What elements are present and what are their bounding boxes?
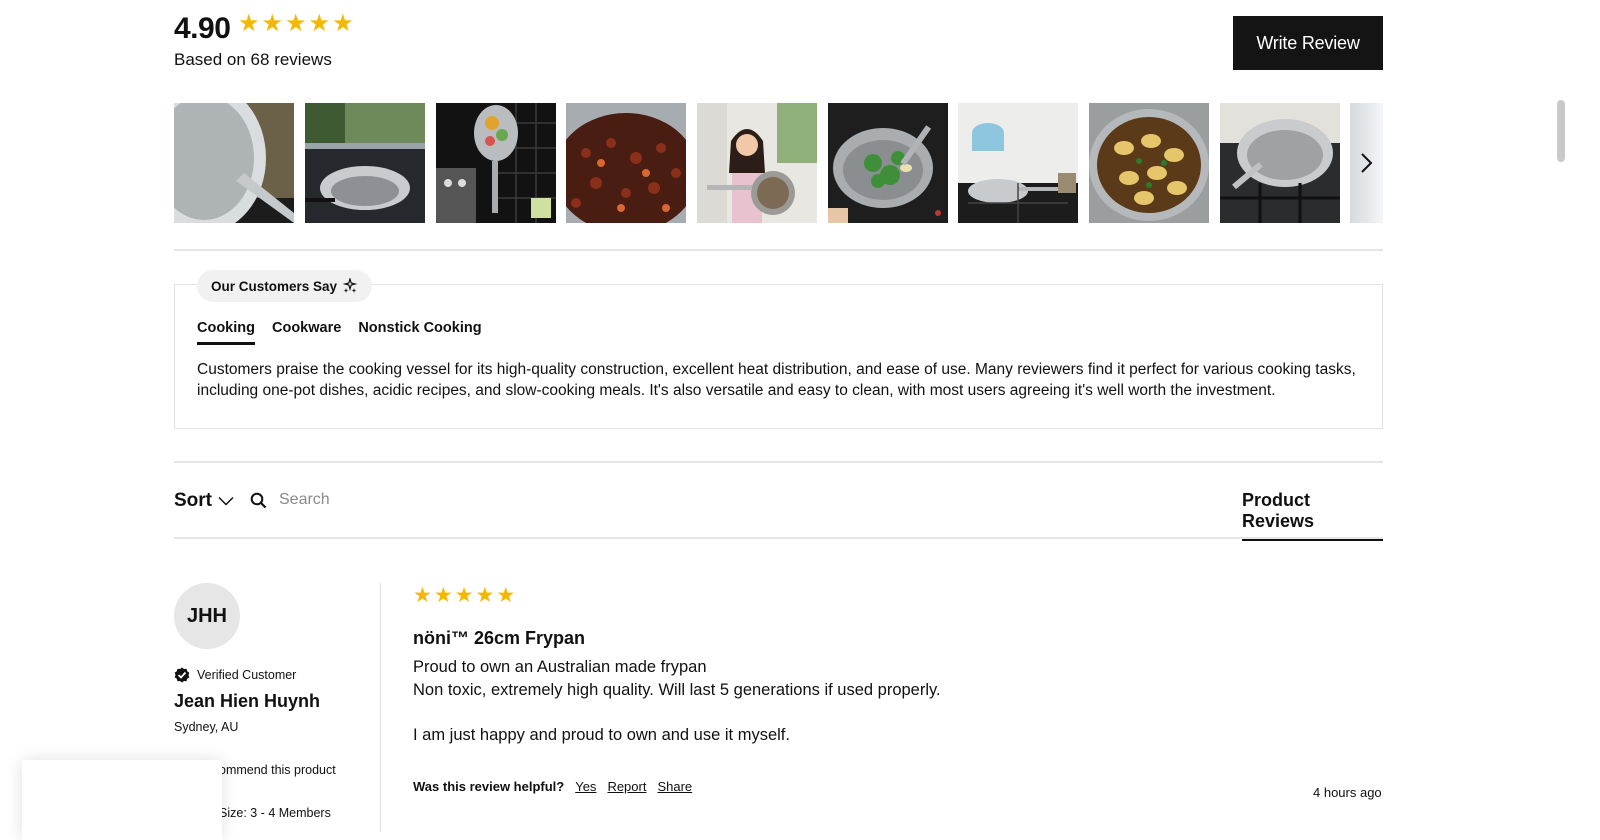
star-icon: ★ xyxy=(285,10,307,37)
floating-widget[interactable] xyxy=(22,760,222,840)
reviewer-name: Jean Hien Huynh xyxy=(174,691,321,711)
review-body: Proud to own an Australian made frypan N… xyxy=(413,656,941,747)
pan-on-stove-photo[interactable] xyxy=(305,103,425,223)
star-icon: ★ xyxy=(308,10,331,37)
helpful-yes-link[interactable]: Yes xyxy=(575,779,596,794)
family-size: Size: 3 - 4 Members xyxy=(219,806,331,820)
chevron-right-icon xyxy=(1360,153,1372,173)
recommend-text: ommend this product xyxy=(219,763,336,777)
review-text-line: Non toxic, extremely high quality. Will … xyxy=(413,681,941,699)
pan-in-kitchen-photo[interactable] xyxy=(958,103,1078,223)
ai-summary-text: Customers praise the cooking vessel for … xyxy=(197,361,1356,399)
topic-tabs: Cooking Cookware Nonstick Cooking xyxy=(197,320,482,345)
photo-gallery xyxy=(174,103,1383,223)
tab-cooking[interactable]: Cooking xyxy=(197,320,255,345)
customers-say-title: Our Customers Say xyxy=(211,278,338,294)
star-icon: ★ xyxy=(261,10,284,37)
star-icon: ★ xyxy=(238,10,260,37)
divider xyxy=(174,537,1383,539)
customers-say-badge: Our Customers Say xyxy=(197,270,373,302)
review-timestamp: 4 hours ago xyxy=(1313,785,1382,800)
review-divider xyxy=(380,583,381,832)
star-icon: ★ xyxy=(496,584,516,607)
report-link[interactable]: Report xyxy=(607,779,646,794)
search-input[interactable] xyxy=(277,490,581,510)
divider xyxy=(174,461,1383,463)
verified-badge: Verified Customer xyxy=(174,667,296,683)
star-icon: ★ xyxy=(413,584,432,607)
gallery-next-button[interactable] xyxy=(1350,103,1383,223)
reviewer-location: Sydney, AU xyxy=(174,720,239,734)
bean-stew-photo[interactable] xyxy=(566,103,686,223)
scrollbar-thumb[interactable] xyxy=(1557,100,1565,162)
star-icon: ★ xyxy=(475,584,495,607)
average-rating: 4.90 xyxy=(174,12,231,45)
tab-nonstick-cooking[interactable]: Nonstick Cooking xyxy=(358,320,481,345)
search-box xyxy=(250,490,581,510)
girl-with-pan-photo[interactable] xyxy=(697,103,817,223)
greens-in-pan-photo[interactable] xyxy=(828,103,948,223)
verified-label: Verified Customer xyxy=(197,668,297,682)
hanging-pan-photo[interactable] xyxy=(436,103,556,223)
ravioli-in-pan-photo[interactable] xyxy=(1089,103,1209,223)
verified-check-icon xyxy=(174,667,190,683)
helpful-label: Was this review helpful? xyxy=(413,779,565,794)
average-rating-stars: ★ ★ ★ ★ ★ xyxy=(238,10,354,38)
customers-say-panel xyxy=(174,284,1383,429)
sort-dropdown[interactable]: Sort xyxy=(174,490,234,512)
star-icon: ★ xyxy=(332,10,354,37)
sort-label: Sort xyxy=(174,490,212,511)
chevron-down-icon xyxy=(218,496,234,506)
divider xyxy=(174,249,1383,251)
star-icon: ★ xyxy=(454,584,474,607)
pan-photo[interactable] xyxy=(174,103,294,223)
tab-product-reviews[interactable]: Product Reviews xyxy=(1242,490,1383,541)
star-icon: ★ xyxy=(433,584,453,607)
review-count: Based on 68 reviews xyxy=(174,50,332,69)
helpful-row: Was this review helpful? Yes Report Shar… xyxy=(413,779,692,794)
pan-on-gas-stove-photo[interactable] xyxy=(1220,103,1340,223)
share-link[interactable]: Share xyxy=(657,779,692,794)
review-text-line: I am just happy and proud to own and use… xyxy=(413,726,790,744)
review-rating-stars: ★ ★ ★ ★ ★ xyxy=(413,584,515,608)
tab-cookware[interactable]: Cookware xyxy=(272,320,341,345)
review-text-line: Proud to own an Australian made frypan xyxy=(413,658,707,676)
sparkle-icon xyxy=(342,278,358,293)
search-icon xyxy=(250,492,267,508)
review-title: nöni™ 26cm Frypan xyxy=(413,628,586,648)
avatar: JHH xyxy=(174,583,240,649)
write-review-button[interactable]: Write Review xyxy=(1233,16,1383,70)
